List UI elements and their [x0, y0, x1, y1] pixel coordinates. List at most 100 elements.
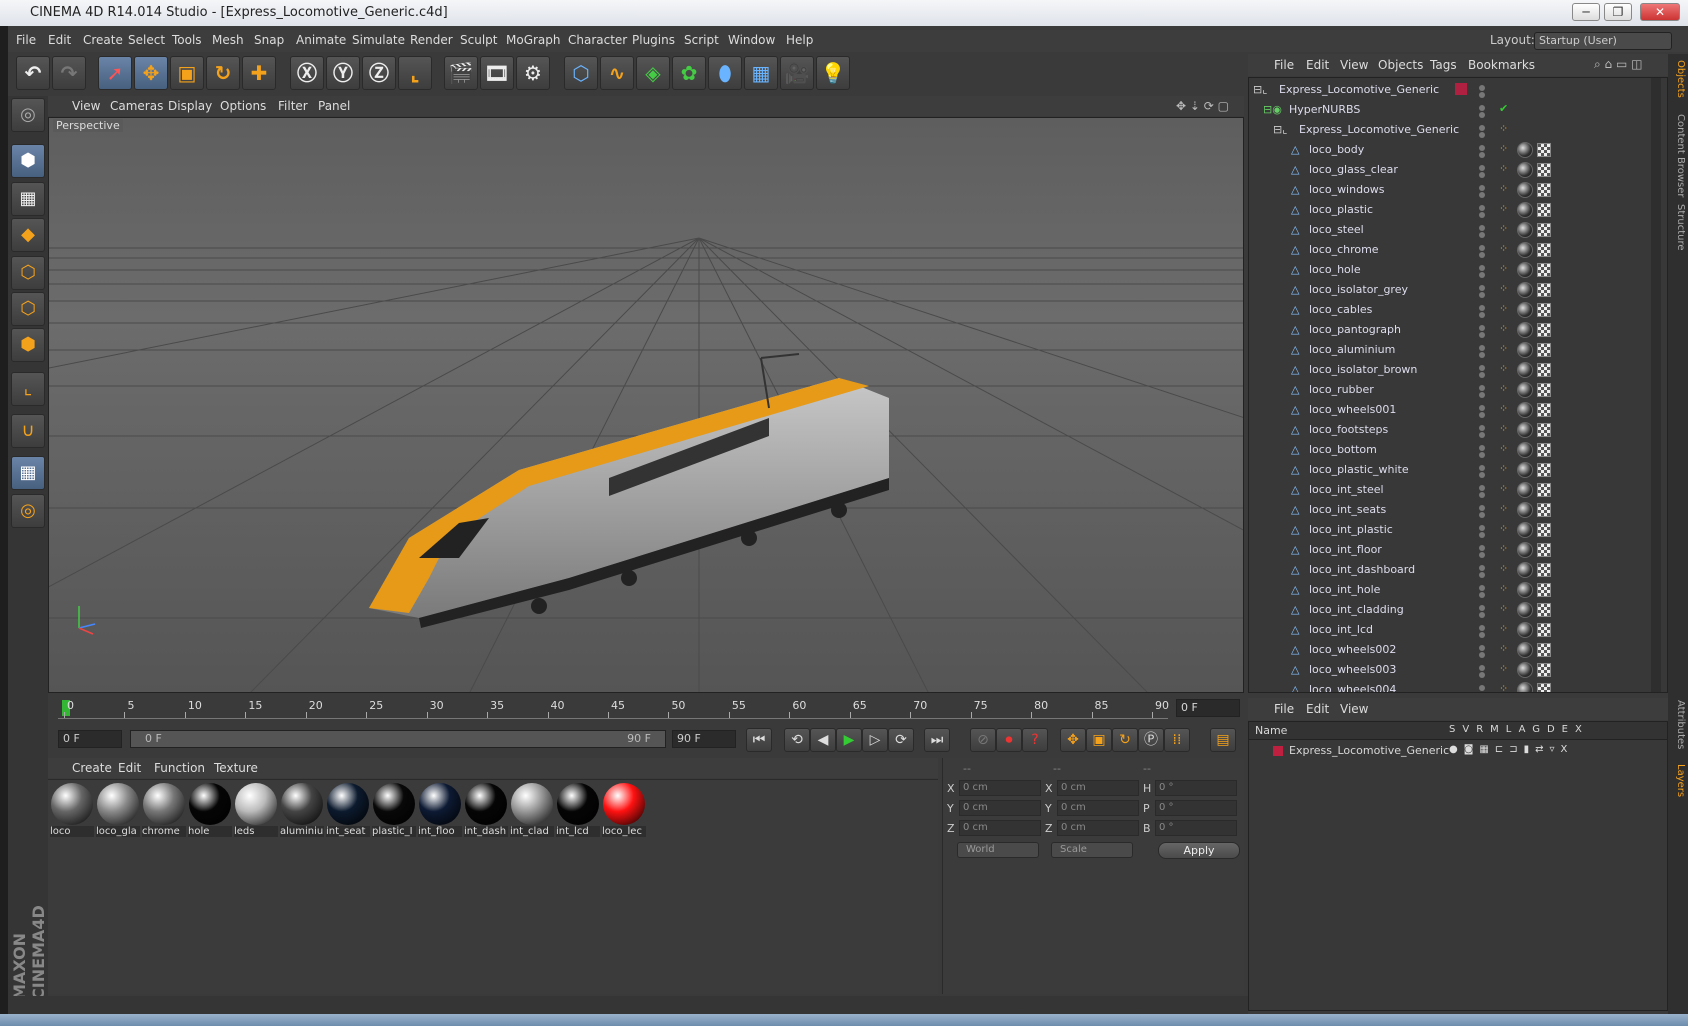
objects-menu-objects[interactable]: Objects: [1378, 58, 1423, 72]
object-name[interactable]: loco_cables: [1309, 303, 1372, 316]
object-row[interactable]: △ loco_int_floor ⁘: [1249, 540, 1659, 560]
render-visibility-dot[interactable]: [1479, 372, 1485, 378]
render-visibility-dot[interactable]: [1479, 692, 1485, 693]
render-visibility-dot[interactable]: [1479, 212, 1485, 218]
phong-tag-icon[interactable]: ⁘: [1499, 642, 1508, 655]
editor-visibility-dot[interactable]: [1479, 105, 1485, 111]
editor-visibility-dot[interactable]: [1479, 265, 1485, 271]
menu-window[interactable]: Window: [728, 33, 775, 47]
object-row[interactable]: △ loco_steel ⁘: [1249, 220, 1659, 240]
object-mode-icon[interactable]: ⬢: [11, 144, 45, 178]
object-name[interactable]: loco_wheels003: [1309, 663, 1396, 676]
phong-tag-icon[interactable]: ⁘: [1499, 162, 1508, 175]
rotation-h-field[interactable]: 0 °: [1155, 780, 1237, 796]
object-row[interactable]: △ loco_int_cladding ⁘: [1249, 600, 1659, 620]
uvw-tag-icon[interactable]: [1537, 403, 1551, 417]
material-tag-icon[interactable]: [1517, 302, 1533, 318]
viewport-menu-cameras[interactable]: Cameras: [110, 99, 163, 113]
material-tag-icon[interactable]: [1517, 262, 1533, 278]
tab-structure[interactable]: Structure: [1670, 204, 1686, 251]
next-frame-icon[interactable]: ▷: [862, 728, 888, 752]
uvw-tag-icon[interactable]: [1537, 343, 1551, 357]
objects-menu-file[interactable]: File: [1274, 58, 1294, 72]
material-tag-icon[interactable]: [1517, 362, 1533, 378]
key-pla-icon[interactable]: ⁞⁞: [1164, 728, 1190, 752]
editor-visibility-dot[interactable]: [1479, 325, 1485, 331]
uvw-tag-icon[interactable]: [1537, 423, 1551, 437]
key-parameter-icon[interactable]: Ⓟ: [1138, 728, 1164, 752]
uvw-tag-icon[interactable]: [1537, 283, 1551, 297]
viewport-menu-view[interactable]: View: [72, 99, 100, 113]
phong-tag-icon[interactable]: ⁘: [1499, 442, 1508, 455]
object-row[interactable]: △ loco_bottom ⁘: [1249, 440, 1659, 460]
object-row[interactable]: △ loco_isolator_grey ⁘: [1249, 280, 1659, 300]
object-row[interactable]: △ loco_wheels003 ⁘: [1249, 660, 1659, 680]
material-swatch[interactable]: loco: [50, 782, 94, 838]
menu-character[interactable]: Character: [568, 33, 627, 47]
object-name[interactable]: loco_hole: [1309, 263, 1361, 276]
phong-tag-icon[interactable]: ⁘: [1499, 502, 1508, 515]
editor-visibility-dot[interactable]: [1479, 485, 1485, 491]
object-name[interactable]: loco_chrome: [1309, 243, 1379, 256]
object-row[interactable]: △ loco_aluminium ⁘: [1249, 340, 1659, 360]
object-name[interactable]: loco_isolator_grey: [1309, 283, 1408, 296]
add-icon[interactable]: ✚: [242, 56, 276, 90]
object-name[interactable]: loco_isolator_brown: [1309, 363, 1417, 376]
editor-visibility-dot[interactable]: [1479, 225, 1485, 231]
object-name[interactable]: loco_body: [1309, 143, 1364, 156]
editor-visibility-dot[interactable]: [1479, 525, 1485, 531]
object-row[interactable]: △ loco_footsteps ⁘: [1249, 420, 1659, 440]
autokey-icon[interactable]: ⏺: [996, 728, 1022, 752]
uvw-tag-icon[interactable]: [1537, 543, 1551, 557]
object-name[interactable]: loco_int_lcd: [1309, 623, 1373, 636]
menu-animate[interactable]: Animate: [296, 33, 346, 47]
coordinate-system-icon[interactable]: ⌞: [398, 56, 432, 90]
position-z-field[interactable]: 0 cm: [959, 820, 1041, 836]
x-axis-icon[interactable]: Ⓧ: [290, 56, 324, 90]
uvw-tag-icon[interactable]: [1537, 583, 1551, 597]
objects-menu-tags[interactable]: Tags: [1430, 58, 1457, 72]
editor-visibility-dot[interactable]: [1479, 145, 1485, 151]
viewport-menu-filter[interactable]: Filter: [278, 99, 308, 113]
material-menu-texture[interactable]: Texture: [214, 761, 258, 775]
preview-range-slider[interactable]: 0 F 90 F: [130, 730, 666, 748]
render-visibility-dot[interactable]: [1479, 112, 1485, 118]
object-name[interactable]: Express_Locomotive_Generic: [1299, 123, 1459, 136]
object-row[interactable]: △ loco_isolator_brown ⁘: [1249, 360, 1659, 380]
editor-visibility-dot[interactable]: [1479, 405, 1485, 411]
phong-tag-icon[interactable]: ⁘: [1499, 522, 1508, 535]
object-name[interactable]: loco_rubber: [1309, 383, 1374, 396]
editor-visibility-dot[interactable]: [1479, 185, 1485, 191]
uvw-tag-icon[interactable]: [1537, 303, 1551, 317]
polygons-mode-icon[interactable]: ⬢: [11, 328, 45, 362]
uvw-tag-icon[interactable]: [1537, 523, 1551, 537]
layer-color-swatch[interactable]: [1273, 746, 1283, 756]
layers-menu-view[interactable]: View: [1340, 702, 1368, 716]
editor-visibility-dot[interactable]: [1479, 165, 1485, 171]
render-visibility-dot[interactable]: [1479, 652, 1485, 658]
menu-file[interactable]: File: [16, 33, 36, 47]
material-tag-icon[interactable]: [1517, 242, 1533, 258]
phong-tag-icon[interactable]: ⁘: [1499, 562, 1508, 575]
undo-icon[interactable]: ↶: [16, 56, 50, 90]
editor-visibility-dot[interactable]: [1479, 245, 1485, 251]
material-swatch[interactable]: loco_lec: [602, 782, 646, 838]
material-menu-edit[interactable]: Edit: [118, 761, 141, 775]
uvw-tag-icon[interactable]: [1537, 183, 1551, 197]
magnet-icon[interactable]: ∪: [11, 414, 45, 448]
light-icon[interactable]: 💡: [816, 56, 850, 90]
material-menu-function[interactable]: Function: [154, 761, 205, 775]
material-swatch[interactable]: aluminiu: [280, 782, 324, 838]
scale-icon[interactable]: ▣: [170, 56, 204, 90]
uvw-tag-icon[interactable]: [1537, 143, 1551, 157]
objects-menu-view[interactable]: View: [1340, 58, 1368, 72]
render-visibility-dot[interactable]: [1479, 352, 1485, 358]
material-tag-icon[interactable]: [1517, 582, 1533, 598]
menu-help[interactable]: Help: [786, 33, 813, 47]
object-name[interactable]: loco_steel: [1309, 223, 1364, 236]
uvw-tag-icon[interactable]: [1537, 383, 1551, 397]
model-mode-icon[interactable]: ◎: [11, 98, 45, 132]
phong-tag-icon[interactable]: ⁘: [1499, 142, 1508, 155]
phong-tag-icon[interactable]: ⁘: [1499, 322, 1508, 335]
uvw-tag-icon[interactable]: [1537, 663, 1551, 677]
